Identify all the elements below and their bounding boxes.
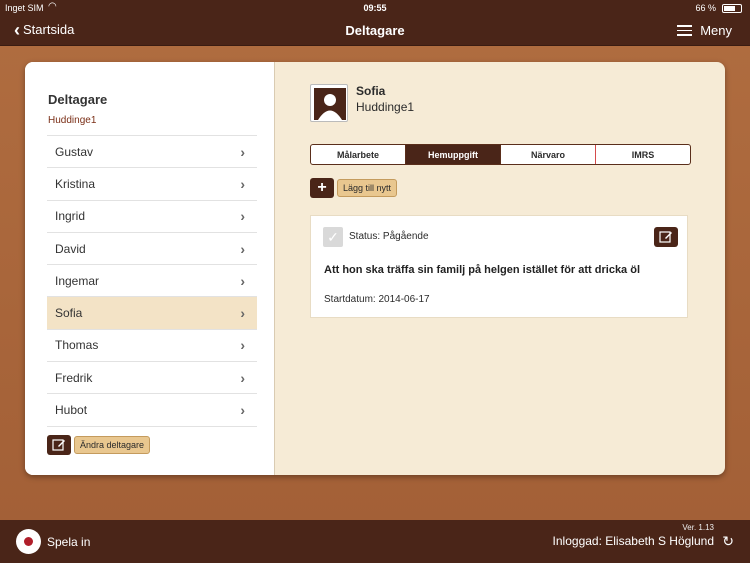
participant-name: Sofia — [356, 84, 386, 98]
participant-list: Gustav › Kristina › Ingrid › David › Ingemar › Sof… — [47, 135, 257, 427]
chevron-right-icon: › — [240, 240, 245, 257]
list-item[interactable]: Kristina › — [47, 168, 257, 201]
chevron-right-icon: › — [240, 305, 245, 322]
tab-hemuppgift[interactable]: Hemuppgift — [406, 145, 501, 164]
list-item[interactable]: Thomas › — [47, 330, 257, 363]
battery-percent: 66 % — [695, 3, 716, 13]
chevron-right-icon: › — [240, 369, 245, 386]
list-item[interactable]: Sofia › — [47, 297, 257, 330]
edit-icon[interactable] — [47, 435, 71, 455]
participant-label: Kristina — [55, 176, 96, 191]
record-button[interactable]: Spela in — [16, 529, 90, 554]
task-card: ✓ Status: Pågående Att hon ska träffa si… — [310, 215, 688, 318]
list-item[interactable]: Gustav › — [47, 136, 257, 169]
participant-label: Ingemar — [55, 273, 100, 288]
edit-participants-label[interactable]: Ändra deltagare — [74, 436, 151, 454]
back-label: Startsida — [23, 22, 75, 37]
battery-icon — [722, 4, 742, 13]
main-card: Deltagare Huddinge1 Gustav › Kristina › Ingr… — [25, 62, 725, 475]
add-new-label[interactable]: Lägg till nytt — [337, 179, 398, 197]
navigation-bar: ‹ Startsida Deltagare Meny — [0, 16, 750, 46]
chevron-right-icon: › — [240, 272, 245, 289]
back-button[interactable]: ‹ Startsida — [14, 19, 75, 40]
chevron-right-icon: › — [240, 143, 245, 160]
record-icon[interactable] — [16, 529, 41, 554]
sidebar-title: Deltagare — [48, 92, 108, 107]
task-start-date: Startdatum: 2014-06-17 — [324, 294, 430, 305]
status-bar: Inget SIM ◠ 09:55 66 % — [0, 0, 750, 16]
participant-label: Thomas — [55, 338, 99, 353]
menu-icon — [677, 25, 693, 36]
record-label: Spela in — [47, 534, 91, 549]
clock: 09:55 — [363, 3, 387, 13]
segmented-tabs: Målarbete Hemuppgift Närvaro IMRS — [310, 144, 691, 165]
page-title: Deltagare — [345, 23, 405, 38]
participant-label: Ingrid — [55, 209, 86, 224]
participant-group: Huddinge1 — [356, 100, 415, 114]
task-status: Status: Pågående — [349, 231, 429, 242]
refresh-icon[interactable]: ↻ — [722, 533, 734, 550]
chevron-right-icon: › — [240, 175, 245, 192]
list-item[interactable]: Ingemar › — [47, 265, 257, 298]
bottom-bar: Spela in Ver. 1.13 Inloggad: Elisabeth S… — [0, 520, 750, 563]
participant-label: Sofia — [55, 306, 83, 321]
add-new-button[interactable]: + Lägg till nytt — [310, 178, 398, 198]
list-item[interactable]: David › — [47, 233, 257, 266]
list-item[interactable]: Fredrik › — [47, 362, 257, 395]
participant-label: Gustav — [55, 144, 94, 159]
plus-icon[interactable]: + — [310, 178, 334, 198]
edit-icon — [659, 231, 672, 243]
participant-label: Hubot — [55, 403, 88, 418]
list-item[interactable]: Hubot › — [47, 394, 257, 427]
edit-participants-button[interactable]: Ändra deltagare — [47, 435, 151, 455]
avatar — [310, 84, 348, 122]
participant-label: David — [55, 241, 86, 256]
chevron-left-icon: ‹ — [14, 19, 20, 40]
participant-sidebar: Deltagare Huddinge1 Gustav › Kristina › Ingr… — [25, 62, 275, 475]
status-checkbox[interactable]: ✓ — [323, 227, 343, 247]
tab-narvaro[interactable]: Närvaro — [501, 145, 596, 164]
menu-button[interactable]: Meny — [677, 23, 732, 38]
tab-imrs[interactable]: IMRS — [596, 145, 690, 164]
tab-malarbete[interactable]: Målarbete — [311, 145, 406, 164]
chevron-right-icon: › — [240, 208, 245, 225]
task-edit-button[interactable] — [654, 227, 678, 247]
version-label: Ver. 1.13 — [682, 523, 714, 532]
task-goal: Att hon ska träffa sin familj på helgen … — [324, 264, 641, 276]
chevron-right-icon: › — [240, 402, 245, 419]
group-name: Huddinge1 — [48, 115, 97, 126]
list-item[interactable]: Ingrid › — [47, 201, 257, 233]
logged-in-user: Inloggad: Elisabeth S Höglund — [552, 534, 714, 548]
chevron-right-icon: › — [240, 337, 245, 354]
menu-label: Meny — [700, 23, 732, 38]
participant-label: Fredrik — [55, 370, 93, 385]
